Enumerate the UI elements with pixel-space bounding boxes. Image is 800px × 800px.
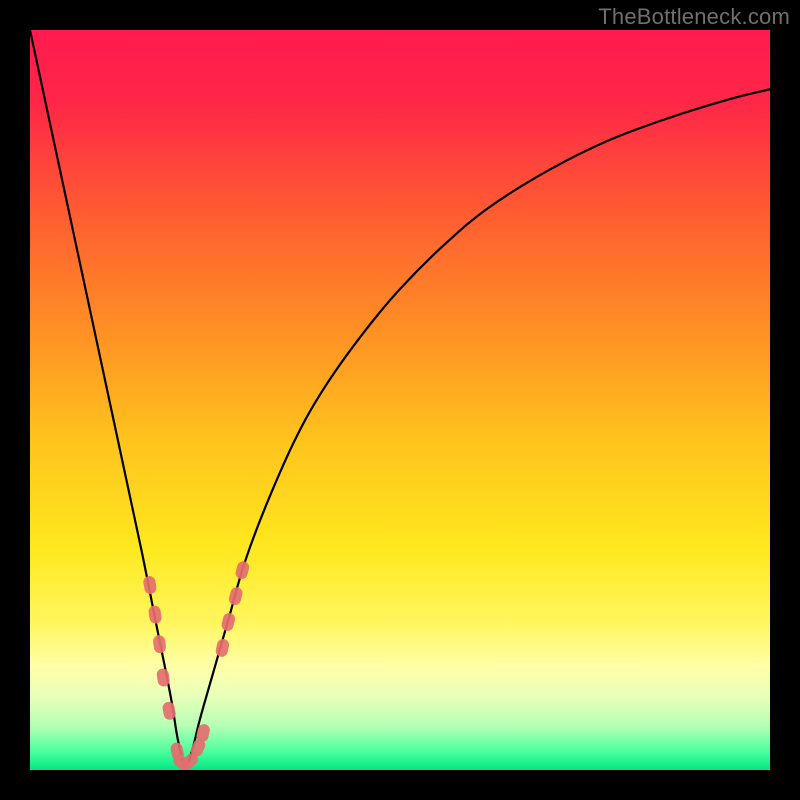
plot-area	[30, 30, 770, 770]
bottleneck-chart	[30, 30, 770, 770]
chart-frame: TheBottleneck.com	[0, 0, 800, 800]
gradient-background	[30, 30, 770, 770]
attribution-label: TheBottleneck.com	[598, 4, 790, 30]
